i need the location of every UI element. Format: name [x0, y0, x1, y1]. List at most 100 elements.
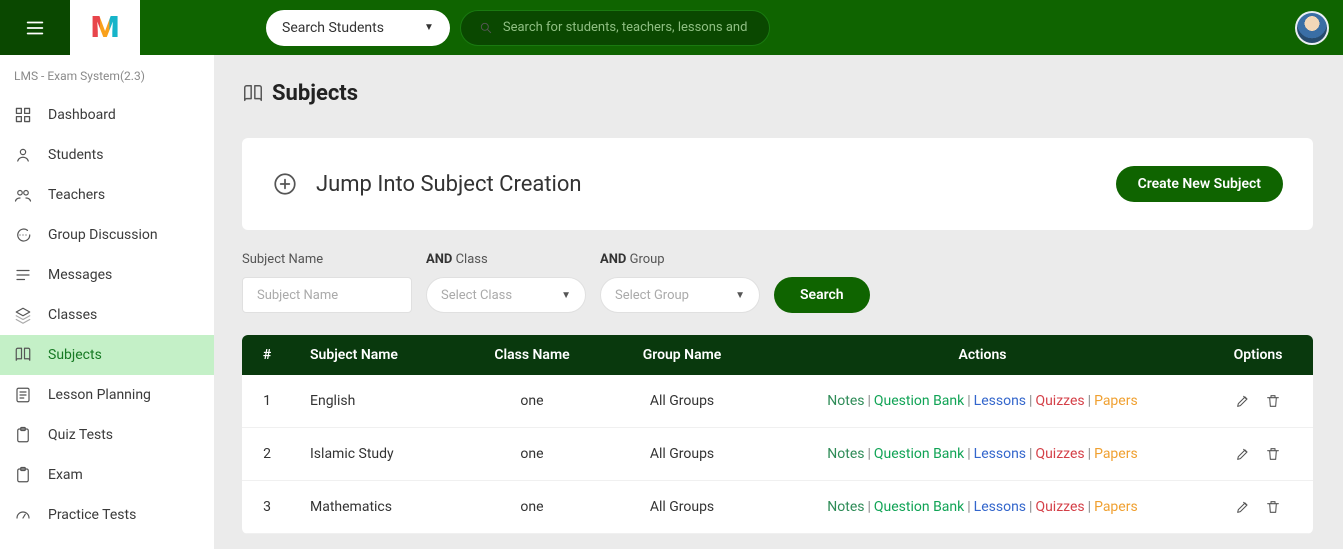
logo-mark: M [91, 10, 120, 45]
sidebar-item-lesson-planning[interactable]: Lesson Planning [0, 375, 214, 415]
sidebar-item-practice-tests[interactable]: Practice Tests [0, 495, 214, 535]
chat-icon [14, 226, 32, 244]
row-class: one [462, 375, 602, 428]
col-idx: # [242, 335, 292, 375]
filter-row: Subject Name Subject Name AND Class Sele… [242, 252, 1313, 313]
row-group: All Groups [602, 481, 762, 534]
question-bank-link[interactable]: Question Bank [874, 499, 964, 515]
quizzes-link[interactable]: Quizzes [1035, 393, 1084, 409]
page-title-row: Subjects [242, 81, 1313, 106]
edit-icon[interactable] [1235, 446, 1251, 462]
edit-icon[interactable] [1235, 499, 1251, 515]
system-label: LMS - Exam System(2.3) [0, 55, 214, 95]
notes-link[interactable]: Notes [827, 393, 864, 409]
trash-icon[interactable] [1265, 393, 1281, 409]
row-subject: English [292, 375, 462, 428]
dashboard-icon [14, 106, 32, 124]
group-select[interactable]: Select Group ▼ [600, 277, 760, 313]
search-button[interactable]: Search [774, 277, 870, 313]
trash-icon[interactable] [1265, 499, 1281, 515]
trash-icon[interactable] [1265, 446, 1281, 462]
quizzes-link[interactable]: Quizzes [1035, 499, 1084, 515]
lessons-link[interactable]: Lessons [974, 446, 1026, 462]
papers-link[interactable]: Papers [1094, 499, 1138, 515]
sidebar-item-dashboard[interactable]: Dashboard [0, 95, 214, 135]
hamburger-icon [24, 17, 46, 39]
student-icon [14, 146, 32, 164]
notes-link[interactable]: Notes [827, 499, 864, 515]
clipboard-icon [14, 466, 32, 484]
global-search[interactable] [460, 10, 770, 46]
row-options [1203, 481, 1313, 534]
row-idx: 1 [242, 375, 292, 428]
notes-link[interactable]: Notes [827, 446, 864, 462]
sidebar: LMS - Exam System(2.3) Dashboard Student… [0, 55, 214, 549]
main-content: Subjects Jump Into Subject Creation Crea… [214, 55, 1343, 549]
col-group: Group Name [602, 335, 762, 375]
question-bank-link[interactable]: Question Bank [874, 393, 964, 409]
row-subject: Mathematics [292, 481, 462, 534]
lessons-link[interactable]: Lessons [974, 393, 1026, 409]
sidebar-item-students[interactable]: Students [0, 135, 214, 175]
col-class: Class Name [462, 335, 602, 375]
sidebar-item-quiz-tests[interactable]: Quiz Tests [0, 415, 214, 455]
sidebar-item-subjects[interactable]: Subjects [0, 335, 214, 375]
top-header: M Search Students ▼ [0, 0, 1343, 55]
create-new-subject-button[interactable]: Create New Subject [1116, 166, 1283, 202]
sidebar-item-messages[interactable]: Messages [0, 255, 214, 295]
table-row: 3MathematicsoneAll GroupsNotes|Question … [242, 481, 1313, 534]
jump-card: Jump Into Subject Creation Create New Su… [242, 138, 1313, 230]
col-subject: Subject Name [292, 335, 462, 375]
subject-name-input[interactable]: Subject Name [242, 277, 412, 313]
book-icon [242, 83, 264, 105]
papers-link[interactable]: Papers [1094, 446, 1138, 462]
col-options: Options [1203, 335, 1313, 375]
clipboard-icon [14, 426, 32, 444]
jump-title: Jump Into Subject Creation [316, 172, 582, 197]
group-label: AND Group [600, 252, 760, 267]
chevron-down-icon: ▼ [424, 22, 434, 33]
search-type-dropdown[interactable]: Search Students ▼ [266, 10, 450, 46]
row-group: All Groups [602, 375, 762, 428]
row-idx: 2 [242, 428, 292, 481]
chevron-down-icon: ▼ [735, 290, 745, 301]
class-label: AND Class [426, 252, 586, 267]
row-group: All Groups [602, 428, 762, 481]
row-idx: 3 [242, 481, 292, 534]
row-actions: Notes|Question Bank|Lessons|Quizzes|Pape… [762, 428, 1203, 481]
row-options [1203, 428, 1313, 481]
row-class: one [462, 481, 602, 534]
message-icon [14, 266, 32, 284]
page-title: Subjects [272, 81, 358, 106]
row-subject: Islamic Study [292, 428, 462, 481]
papers-link[interactable]: Papers [1094, 393, 1138, 409]
book-icon [14, 346, 32, 364]
row-actions: Notes|Question Bank|Lessons|Quizzes|Pape… [762, 375, 1203, 428]
col-actions: Actions [762, 335, 1203, 375]
sidebar-item-exam[interactable]: Exam [0, 455, 214, 495]
gauge-icon [14, 506, 32, 524]
table-row: 1EnglishoneAll GroupsNotes|Question Bank… [242, 375, 1313, 428]
edit-icon[interactable] [1235, 393, 1251, 409]
table-row: 2Islamic StudyoneAll GroupsNotes|Questio… [242, 428, 1313, 481]
subject-name-label: Subject Name [242, 252, 412, 267]
search-icon [479, 21, 493, 35]
lessons-link[interactable]: Lessons [974, 499, 1026, 515]
row-actions: Notes|Question Bank|Lessons|Quizzes|Pape… [762, 481, 1203, 534]
search-type-label: Search Students [282, 20, 384, 36]
class-select[interactable]: Select Class ▼ [426, 277, 586, 313]
menu-toggle-button[interactable] [0, 0, 70, 55]
sidebar-item-classes[interactable]: Classes [0, 295, 214, 335]
plan-icon [14, 386, 32, 404]
user-avatar[interactable] [1295, 11, 1329, 45]
layers-icon [14, 306, 32, 324]
plus-circle-icon [272, 171, 298, 197]
question-bank-link[interactable]: Question Bank [874, 446, 964, 462]
chevron-down-icon: ▼ [561, 290, 571, 301]
sidebar-item-teachers[interactable]: Teachers [0, 175, 214, 215]
sidebar-item-group-discussion[interactable]: Group Discussion [0, 215, 214, 255]
row-options [1203, 375, 1313, 428]
logo[interactable]: M [70, 0, 140, 55]
quizzes-link[interactable]: Quizzes [1035, 446, 1084, 462]
search-input[interactable] [503, 20, 751, 35]
